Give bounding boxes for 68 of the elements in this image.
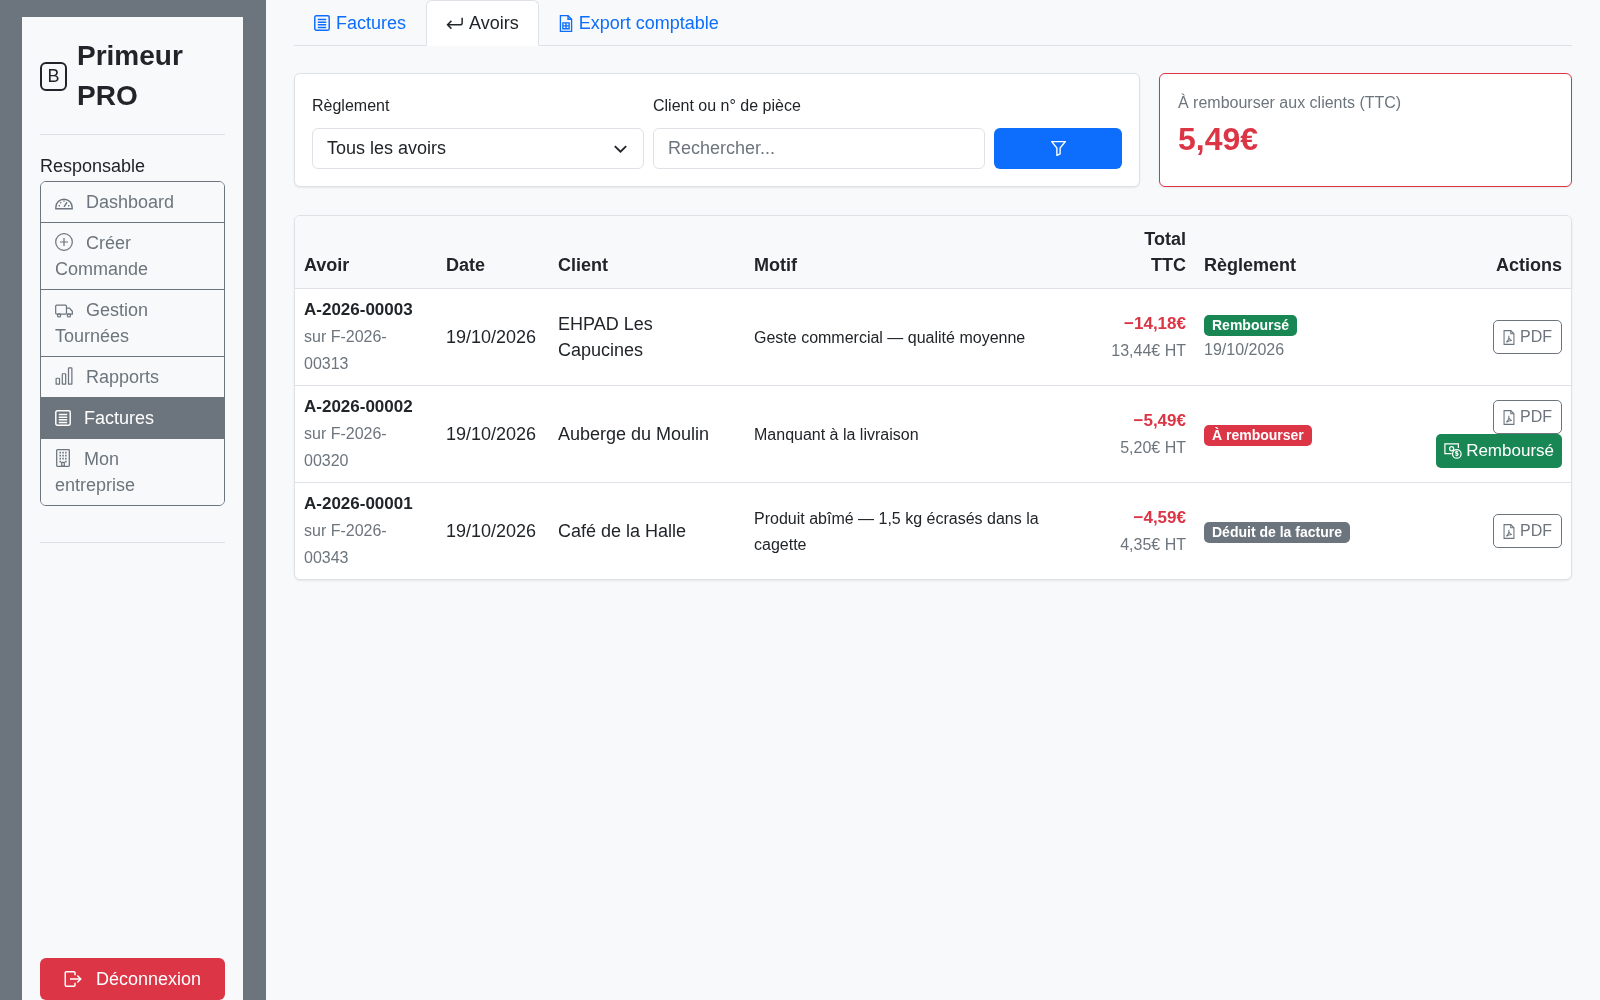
chevron-down-icon: [614, 144, 627, 153]
pdf-button[interactable]: PDF: [1493, 514, 1562, 548]
summary-amount: 5,49€: [1178, 120, 1259, 158]
reason-text: Produit abîmé — 1,5 kg écrasés dans la cagette: [754, 510, 1039, 553]
summary-label: À rembourser aux clients (TTC): [1178, 92, 1402, 113]
nav-item[interactable]: Mon entreprise: [41, 438, 224, 505]
logout-button[interactable]: Déconnexion: [40, 958, 225, 1000]
client-name: EHPAD Les Capucines: [558, 314, 653, 360]
refund-button[interactable]: Remboursé: [1436, 434, 1562, 468]
invoice-reference: sur F-2026-00343: [304, 521, 388, 568]
field-label: Règlement: [312, 96, 390, 116]
brand-logo: B: [40, 61, 67, 91]
client-name: Auberge du Moulin: [558, 424, 710, 444]
filter-button[interactable]: [994, 128, 1122, 169]
plus-circle-icon: [55, 233, 73, 251]
list-document-icon: [314, 15, 330, 31]
amount-ttc: −5,49€: [1132, 410, 1186, 432]
tab[interactable]: Avoirs: [426, 0, 539, 46]
nav-item[interactable]: Factures: [41, 397, 224, 438]
spreadsheet-icon: [558, 14, 573, 32]
credit-date: 19/10/2026: [446, 327, 537, 347]
cash-coin-icon: [1444, 443, 1463, 459]
pdf-button[interactable]: PDF: [1493, 320, 1562, 354]
return-arrow-icon: [446, 16, 464, 30]
credit-date: 19/10/2026: [446, 521, 537, 541]
brand-title: Primeur PRO: [77, 39, 184, 113]
pdf-file-icon: [1503, 329, 1515, 345]
logout-icon: [63, 971, 82, 987]
column-header: Actions: [1496, 254, 1562, 277]
amount-ht: 13,44€ HT: [1110, 341, 1186, 361]
column-header: Total TTC: [1143, 228, 1186, 277]
client-name: Café de la Halle: [558, 521, 687, 541]
speedometer-icon: [55, 198, 73, 210]
section-label: Responsable: [40, 155, 146, 177]
credit-note-number: A-2026-00003: [304, 299, 414, 321]
pdf-file-icon: [1503, 409, 1515, 425]
amount-ttc: −14,18€: [1123, 313, 1186, 335]
status-badge: Remboursé: [1204, 315, 1298, 336]
credit-note-number: A-2026-00002: [304, 396, 414, 418]
invoice-reference: sur F-2026-00320: [304, 424, 388, 471]
reason-text: Geste commercial — qualité moyenne: [754, 329, 1026, 346]
credit-date: 19/10/2026: [446, 424, 537, 444]
tab[interactable]: Factures: [294, 0, 427, 46]
column-header: Motif: [754, 254, 797, 277]
status-badge: Déduit de la facture: [1204, 522, 1350, 543]
settlement-select[interactable]: Tous les avoirs: [312, 128, 644, 169]
search-field[interactable]: Rechercher...: [653, 128, 985, 169]
funnel-icon: [1050, 141, 1066, 156]
status-badge: À rembourser: [1204, 425, 1312, 446]
reason-text: Manquant à la livraison: [754, 426, 919, 443]
building-icon: [55, 449, 71, 467]
amount-ttc: −4,59€: [1132, 507, 1186, 529]
truck-icon: [55, 304, 73, 318]
pdf-file-icon: [1503, 523, 1515, 539]
column-header: Règlement: [1204, 254, 1297, 277]
invoice-reference: sur F-2026-00313: [304, 327, 388, 374]
amount-ht: 5,20€ HT: [1119, 438, 1186, 458]
tab[interactable]: Export comptable: [538, 0, 739, 46]
column-header: Client: [558, 254, 608, 277]
pdf-button[interactable]: PDF: [1493, 400, 1562, 434]
column-header: Date: [446, 254, 485, 277]
bar-chart-icon: [55, 367, 73, 385]
settlement-date: 19/10/2026: [1204, 340, 1286, 360]
field-label: Client ou n° de pièce: [653, 96, 801, 116]
column-header: Avoir: [304, 254, 350, 277]
amount-ht: 4,35€ HT: [1119, 535, 1186, 555]
list-document-icon: [55, 410, 71, 426]
credit-note-number: A-2026-00001: [304, 493, 414, 515]
